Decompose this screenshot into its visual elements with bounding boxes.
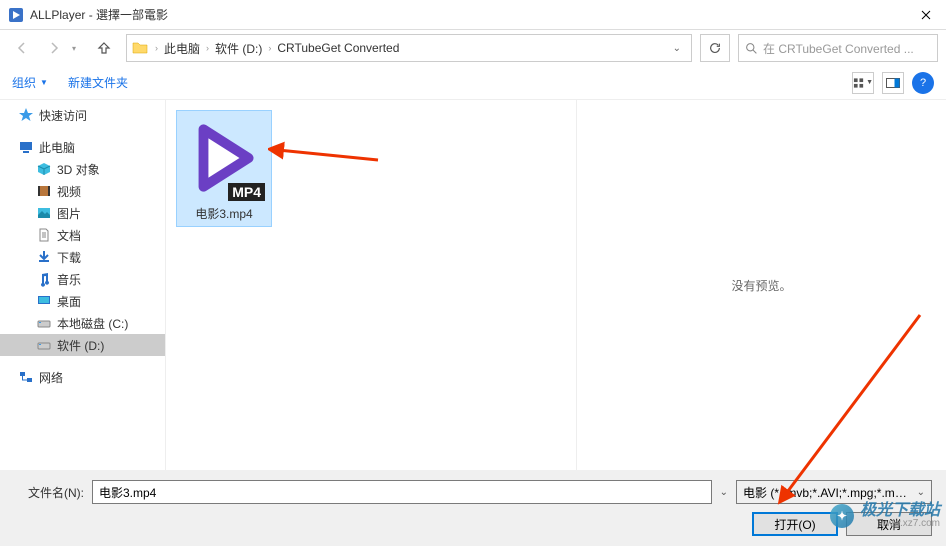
refresh-button[interactable]: [700, 34, 730, 62]
content-area: 快速访问 此电脑 3D 对象 视频 图片 文档 下载 音乐: [0, 100, 946, 470]
filename-input[interactable]: [92, 480, 712, 504]
window-title: ALLPlayer - 選擇一部電影: [30, 6, 906, 23]
cube-icon: [36, 161, 52, 177]
watermark-text: 极光下载站: [860, 503, 940, 519]
sidebar-desktop[interactable]: 桌面: [0, 290, 165, 312]
view-large-icons-button[interactable]: ▼: [852, 72, 874, 94]
filename-label: 文件名(N):: [14, 484, 84, 501]
address-dropdown[interactable]: ⌄: [667, 43, 687, 54]
sidebar-videos[interactable]: 视频: [0, 180, 165, 202]
open-button[interactable]: 打开(O): [752, 512, 838, 536]
chevron-right-icon[interactable]: ›: [153, 43, 160, 53]
disk-icon: [36, 315, 52, 331]
address-bar[interactable]: › 此电脑 › 软件 (D:) › CRTubeGet Converted ⌄: [126, 34, 692, 62]
chevron-right-icon[interactable]: ›: [266, 43, 273, 53]
dialog-bottom: 文件名(N): ⌄ 电影 (*.rmvb;*.AVI;*.mpg;*.mp4..…: [0, 470, 946, 546]
toolbar: 组织 ▼ 新建文件夹 ▼ ?: [0, 66, 946, 100]
disk-icon: [36, 337, 52, 353]
sidebar-disk-c[interactable]: 本地磁盘 (C:): [0, 312, 165, 334]
new-folder-button[interactable]: 新建文件夹: [68, 74, 128, 91]
breadcrumb-item[interactable]: CRTubeGet Converted: [273, 35, 403, 61]
organize-button[interactable]: 组织 ▼: [12, 74, 48, 91]
chevron-down-icon: ▼: [40, 78, 48, 87]
sidebar: 快速访问 此电脑 3D 对象 视频 图片 文档 下载 音乐: [0, 100, 166, 470]
folder-icon: [131, 39, 149, 57]
sidebar-network[interactable]: 网络: [0, 366, 165, 388]
watermark: ✦ 极光下载站 www.xz7.com: [830, 503, 940, 529]
file-thumbnail: MP4: [181, 115, 267, 201]
forward-button[interactable]: [40, 34, 68, 62]
chevron-down-icon[interactable]: ⌄: [720, 487, 728, 498]
up-button[interactable]: [90, 34, 118, 62]
watermark-logo-icon: ✦: [830, 504, 854, 528]
chevron-down-icon: ⌄: [917, 487, 925, 498]
back-button[interactable]: [8, 34, 36, 62]
sidebar-downloads[interactable]: 下载: [0, 246, 165, 268]
preview-pane-button[interactable]: [882, 72, 904, 94]
search-placeholder: 在 CRTubeGet Converted ...: [763, 40, 931, 57]
preview-pane: 没有预览。: [576, 100, 946, 470]
file-name-label: 电影3.mp4: [195, 205, 252, 222]
file-ext-badge: MP4: [228, 183, 265, 201]
music-icon: [36, 271, 52, 287]
sidebar-this-pc[interactable]: 此电脑: [0, 136, 165, 158]
search-input[interactable]: 在 CRTubeGet Converted ...: [738, 34, 938, 62]
download-icon: [36, 249, 52, 265]
sidebar-3dobjects[interactable]: 3D 对象: [0, 158, 165, 180]
app-icon: [8, 7, 24, 23]
close-button[interactable]: [906, 0, 946, 30]
sidebar-music[interactable]: 音乐: [0, 268, 165, 290]
network-icon: [18, 369, 34, 385]
video-icon: [36, 183, 52, 199]
watermark-url: www.xz7.com: [860, 519, 940, 529]
titlebar: ALLPlayer - 選擇一部電影: [0, 0, 946, 30]
navbar: ▾ › 此电脑 › 软件 (D:) › CRTubeGet Converted …: [0, 30, 946, 66]
sidebar-documents[interactable]: 文档: [0, 224, 165, 246]
sidebar-quick-access[interactable]: 快速访问: [0, 104, 165, 126]
breadcrumb-item[interactable]: 此电脑: [160, 35, 204, 61]
file-list[interactable]: MP4 电影3.mp4: [166, 100, 576, 470]
filetype-select[interactable]: 电影 (*.rmvb;*.AVI;*.mpg;*.mp4...) ⌄: [736, 480, 932, 504]
monitor-icon: [18, 139, 34, 155]
help-button[interactable]: ?: [912, 72, 934, 94]
sidebar-disk-d[interactable]: 软件 (D:): [0, 334, 165, 356]
preview-text: 没有预览。: [731, 277, 791, 294]
sidebar-pictures[interactable]: 图片: [0, 202, 165, 224]
breadcrumb-item[interactable]: 软件 (D:): [211, 35, 266, 61]
picture-icon: [36, 205, 52, 221]
desktop-icon: [36, 293, 52, 309]
history-dropdown[interactable]: ▾: [72, 44, 86, 53]
document-icon: [36, 227, 52, 243]
star-icon: [18, 107, 34, 123]
chevron-right-icon[interactable]: ›: [204, 43, 211, 53]
file-item[interactable]: MP4 电影3.mp4: [176, 110, 272, 227]
